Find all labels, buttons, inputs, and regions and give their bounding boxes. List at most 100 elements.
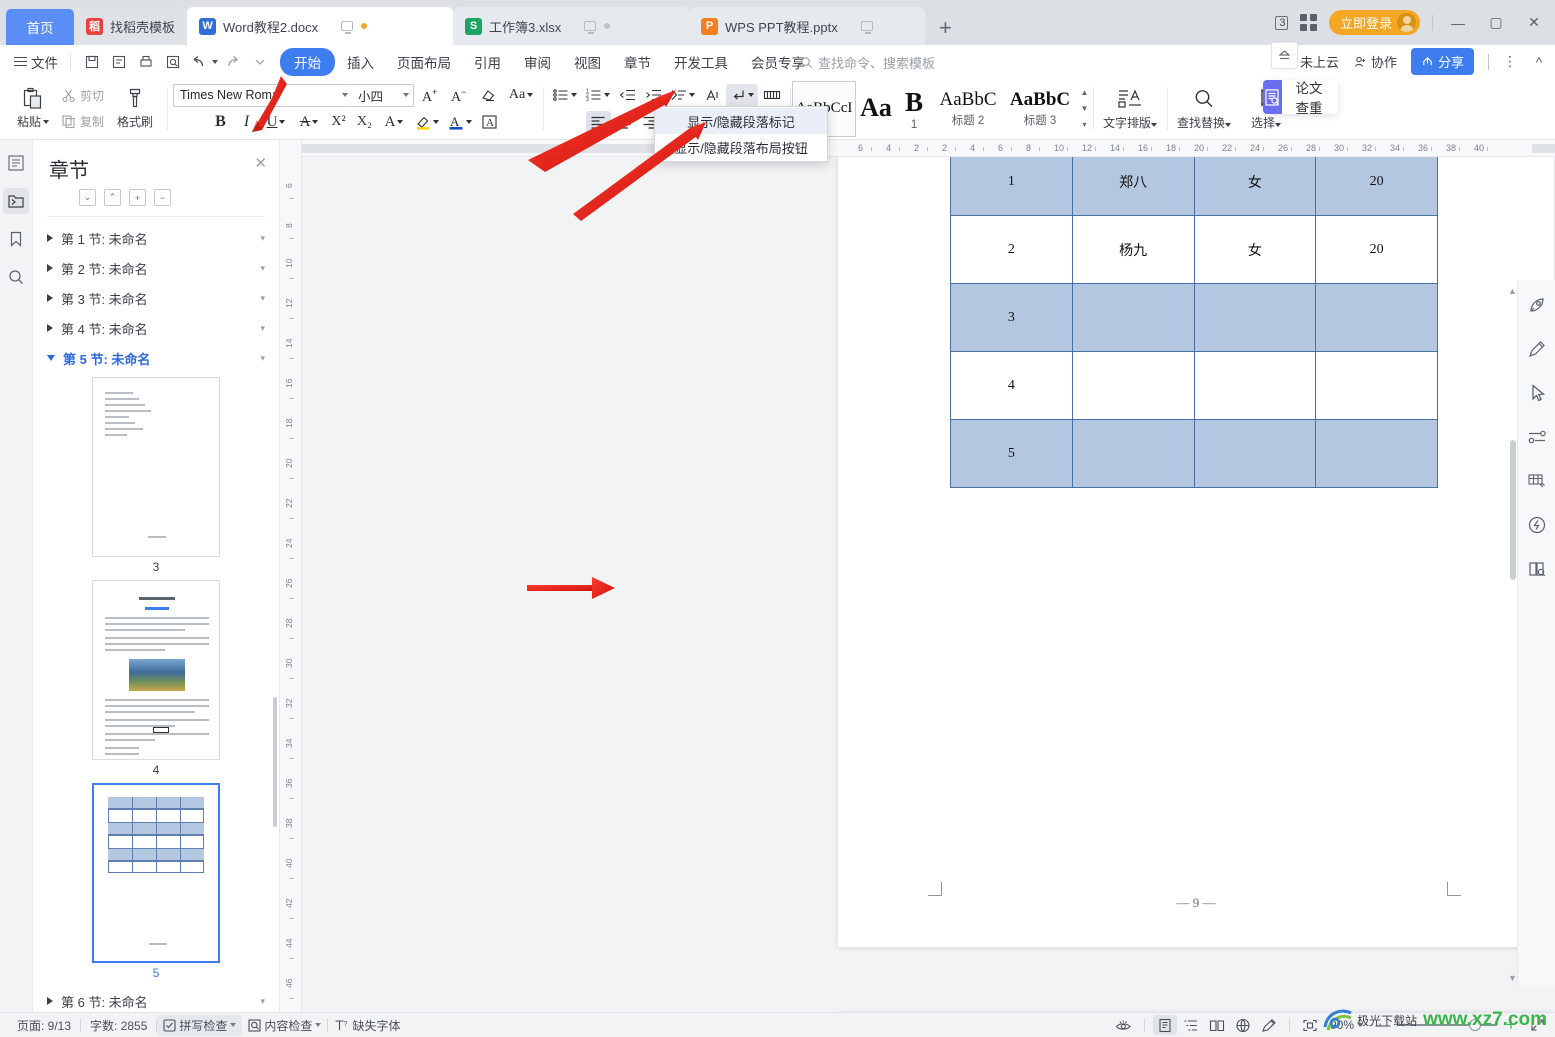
format-painter-button[interactable]: 格式刷 <box>109 80 161 138</box>
thumbnail-wrapper[interactable]: 4 <box>33 580 279 777</box>
missing-font-button[interactable]: ? 缺失字体 <box>328 1015 406 1036</box>
subscript-button[interactable]: X₂ <box>352 111 377 134</box>
document-vertical-scrollbar[interactable] <box>1510 440 1516 580</box>
style-item-4[interactable]: AaBbC 标题 3 <box>1004 81 1076 137</box>
lightning-icon[interactable] <box>1523 512 1551 538</box>
multi-doc-count-icon[interactable]: 3 <box>1275 15 1289 30</box>
vertical-ruler[interactable]: 6 8 10 12 14 16 18 20 22 24 26 28 30 32 34 36 38 40 42 44 46 <box>280 140 302 1012</box>
gallery-scroll-down-icon[interactable]: ▼ <box>1078 102 1091 115</box>
customize-qat-icon[interactable] <box>247 49 272 74</box>
horizontal-ruler[interactable]: 6 4 2 2 4 6 8 10 12 14 16 18 20 22 24 26 28 30 32 34 36 38 40 <box>302 140 1555 157</box>
chevron-down-icon[interactable]: ▾ <box>260 996 265 1007</box>
cell-age[interactable] <box>1315 351 1438 420</box>
minimize-button[interactable]: — <box>1445 10 1471 36</box>
tab-start[interactable]: 开始 <box>280 47 335 76</box>
undo-icon[interactable] <box>187 49 212 74</box>
tab-view[interactable]: 视图 <box>563 48 612 76</box>
table-row[interactable]: 2 杨九 女 20 <box>950 215 1438 284</box>
expand-triangle-icon[interactable] <box>47 324 53 332</box>
cell-gender[interactable]: 女 <box>1193 215 1317 284</box>
bullet-list-button[interactable] <box>549 84 581 107</box>
menu-item-show-hide-paragraph-layout-button[interactable]: 显示/隐藏段落布局按钮 <box>655 134 827 160</box>
bookmark-icon[interactable] <box>3 226 29 252</box>
chapters-icon[interactable] <box>3 188 29 214</box>
thumbnail-wrapper[interactable]: 3 <box>33 377 279 574</box>
decrease-font-size-button[interactable]: A − <box>447 84 472 107</box>
print-icon[interactable] <box>133 49 158 74</box>
tab-excel-document[interactable]: S 工作簿3.xlsx <box>453 7 690 45</box>
cell-gender[interactable] <box>1193 283 1317 352</box>
chevron-down-icon[interactable] <box>342 93 349 97</box>
maximize-button[interactable]: ▢ <box>1483 10 1509 36</box>
reading-view-icon[interactable] <box>1205 1015 1229 1035</box>
settings-slider-icon[interactable] <box>1523 424 1551 450</box>
clear-formatting-button[interactable] <box>476 84 501 107</box>
tab-references[interactable]: 引用 <box>463 48 512 76</box>
undo-dropdown-icon[interactable] <box>212 59 218 64</box>
menu-item-show-hide-paragraph-marks[interactable]: 显示/隐藏段落标记 <box>655 108 827 134</box>
tab-ppt-document[interactable]: P WPS PPT教程.pptx <box>689 7 926 45</box>
chapter-item-5[interactable]: 第 5 节: 未命名 ▾ <box>33 343 279 373</box>
collapse-minus-icon[interactable]: − <box>154 189 171 206</box>
italic-button[interactable]: I <box>234 111 259 134</box>
tab-developer-tools[interactable]: 开发工具 <box>663 48 739 76</box>
close-panel-button[interactable]: ✕ <box>254 154 267 172</box>
outline-icon[interactable] <box>3 150 29 176</box>
table-row[interactable]: 5 <box>950 419 1438 488</box>
nav-panel-scrollbar[interactable] <box>273 697 277 827</box>
table-style-icon[interactable] <box>1523 468 1551 494</box>
character-border-button[interactable]: A <box>477 111 502 134</box>
book-search-icon[interactable] <box>1523 556 1551 582</box>
gallery-scroll-up-icon[interactable]: ▲ <box>1078 86 1091 99</box>
cell-gender[interactable]: 女 <box>1193 157 1317 216</box>
highlight-button[interactable] <box>411 111 443 134</box>
tab-home[interactable]: 首页 <box>6 9 74 45</box>
chapter-item-2[interactable]: 第 2 节: 未命名 ▾ <box>33 253 279 283</box>
eye-icon[interactable] <box>1112 1015 1136 1035</box>
cell-name[interactable] <box>1071 419 1195 488</box>
font-family-input[interactable]: Times New Roma <box>173 83 354 107</box>
pinyin-guide-button[interactable] <box>700 84 725 107</box>
document-page-9[interactable]: 1 郑八 女 20 2 杨九 女 20 3 4 5 — 9 — <box>838 157 1554 947</box>
pen-icon[interactable] <box>1523 336 1551 362</box>
text-effects-button[interactable]: A <box>378 111 410 134</box>
cut-button[interactable]: 剪切 <box>58 85 107 106</box>
table-row[interactable]: 4 <box>950 351 1438 420</box>
chapter-item-3[interactable]: 第 3 节: 未命名 ▾ <box>33 283 279 313</box>
login-button[interactable]: 立即登录 <box>1328 10 1420 35</box>
font-size-input[interactable]: 小四 <box>352 83 415 107</box>
chevron-down-icon[interactable]: ▾ <box>260 293 265 304</box>
numbered-list-button[interactable]: 1 2 3 <box>582 84 614 107</box>
page-thumbnail-3[interactable] <box>92 377 220 557</box>
increase-indent-button[interactable] <box>641 84 666 107</box>
collapse-down-icon[interactable]: ⌄ <box>79 189 96 206</box>
print-layout-icon[interactable] <box>1152 1015 1177 1035</box>
chevron-down-icon[interactable]: ▾ <box>260 323 265 334</box>
share-button[interactable]: 分享 <box>1410 48 1474 75</box>
cell-index[interactable]: 1 <box>950 157 1073 216</box>
cell-gender[interactable] <box>1193 351 1317 420</box>
tab-chapters[interactable]: 章节 <box>613 48 662 76</box>
collapse-float-panel-button[interactable] <box>1271 42 1298 69</box>
cell-index[interactable]: 2 <box>950 215 1073 284</box>
chapter-item-4[interactable]: 第 4 节: 未命名 ▾ <box>33 313 279 343</box>
tab-review[interactable]: 审阅 <box>513 48 562 76</box>
tab-page-layout[interactable]: 页面布局 <box>386 48 462 76</box>
outline-view-icon[interactable] <box>1179 1015 1203 1035</box>
tab-find-template[interactable]: 稻 找稻壳模板 <box>74 7 188 45</box>
cell-age[interactable]: 20 <box>1315 215 1438 284</box>
plagiarism-check-card[interactable]: 论文查重 <box>1262 80 1338 116</box>
find-replace-button[interactable]: 查找替换 <box>1173 80 1235 138</box>
cell-age[interactable]: 20 <box>1315 157 1438 216</box>
style-item-3[interactable]: AaBbC 标题 2 <box>932 81 1004 137</box>
present-monitor-icon[interactable] <box>341 21 354 34</box>
cell-age[interactable] <box>1315 419 1438 488</box>
document-grid-button[interactable] <box>759 84 784 107</box>
spell-check-button[interactable]: 拼写检查 <box>157 1014 243 1036</box>
collaborate-button[interactable]: 协作 <box>1353 52 1397 71</box>
align-left-button[interactable] <box>585 110 611 134</box>
collapse-ribbon-button[interactable]: ^ <box>1531 49 1547 75</box>
rocket-icon[interactable] <box>1523 292 1551 318</box>
cell-index[interactable]: 3 <box>950 283 1073 352</box>
cell-index[interactable]: 5 <box>950 419 1073 488</box>
